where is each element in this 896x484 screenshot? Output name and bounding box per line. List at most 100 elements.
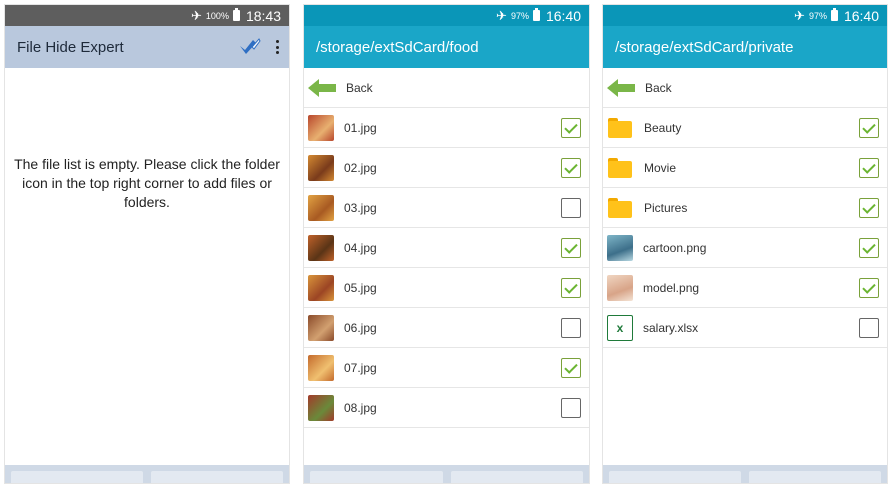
- image-thumbnail-icon: [308, 354, 334, 381]
- list-item[interactable]: 05.jpg: [304, 268, 589, 308]
- battery-icon: [830, 8, 838, 21]
- file-name: 06.jpg: [344, 320, 377, 335]
- list-item[interactable]: 04.jpg: [304, 228, 589, 268]
- file-list: Back Beauty Movie Pictures cartoon.png model…: [603, 68, 887, 348]
- screen-food-folder: ✈ 97% 16:40 /storage/extSdCard/food Back…: [303, 4, 590, 484]
- clock: 16:40: [843, 7, 879, 24]
- list-item[interactable]: model.png: [603, 268, 887, 308]
- bottom-bar: [5, 465, 289, 483]
- excel-file-icon: x: [607, 314, 633, 341]
- select-checkbox[interactable]: [859, 318, 879, 338]
- file-name: 01.jpg: [344, 120, 377, 135]
- list-item[interactable]: x salary.xlsx: [603, 308, 887, 348]
- battery-percent: 100%: [205, 10, 229, 21]
- back-arrow-icon: [308, 78, 336, 97]
- status-bar: ✈ 97% 16:40: [304, 5, 589, 26]
- bottom-button-left[interactable]: [609, 471, 741, 483]
- image-thumbnail-icon: [308, 274, 334, 301]
- file-name: Pictures: [644, 200, 688, 215]
- airplane-icon: ✈: [496, 7, 507, 23]
- select-checkbox[interactable]: [561, 238, 581, 258]
- image-thumbnail-icon: [308, 114, 334, 141]
- clock: 16:40: [545, 7, 581, 24]
- path-bar: /storage/extSdCard/private: [603, 26, 887, 68]
- file-name: 07.jpg: [344, 360, 377, 375]
- bottom-bar: [603, 465, 887, 483]
- back-label: Back: [645, 80, 672, 95]
- back-row[interactable]: Back: [603, 68, 887, 108]
- list-item[interactable]: cartoon.png: [603, 228, 887, 268]
- brush-icon[interactable]: [239, 38, 261, 56]
- file-name: salary.xlsx: [643, 320, 699, 335]
- image-thumbnail-icon: [607, 234, 633, 261]
- status-bar: ✈ 97% 16:40: [603, 5, 887, 26]
- back-row[interactable]: Back: [304, 68, 589, 108]
- path-bar: /storage/extSdCard/food: [304, 26, 589, 68]
- current-path: /storage/extSdCard/food: [316, 38, 479, 56]
- file-name: 04.jpg: [344, 240, 377, 255]
- select-checkbox[interactable]: [561, 358, 581, 378]
- more-vert-icon[interactable]: [275, 40, 279, 54]
- list-item[interactable]: 07.jpg: [304, 348, 589, 388]
- list-item[interactable]: Movie: [603, 148, 887, 188]
- back-arrow-icon: [607, 78, 635, 97]
- app-bar: File Hide Expert: [5, 26, 289, 68]
- bottom-button-left[interactable]: [310, 471, 443, 483]
- current-path: /storage/extSdCard/private: [615, 38, 794, 56]
- file-name: 08.jpg: [344, 400, 377, 415]
- image-thumbnail-icon: [607, 274, 633, 301]
- list-item[interactable]: 06.jpg: [304, 308, 589, 348]
- file-name: 03.jpg: [344, 200, 377, 215]
- select-checkbox[interactable]: [561, 318, 581, 338]
- select-checkbox[interactable]: [561, 158, 581, 178]
- image-thumbnail-icon: [308, 194, 334, 221]
- bottom-button-left[interactable]: [11, 471, 143, 483]
- image-thumbnail-icon: [308, 394, 334, 421]
- empty-list-message: The file list is empty. Please click the…: [14, 156, 280, 210]
- screen-file-hide-expert: ✈ 100% 18:43 File Hide Expert The file l…: [4, 4, 290, 484]
- file-name: Beauty: [644, 120, 682, 135]
- folder-icon: [608, 157, 632, 178]
- back-label: Back: [346, 80, 373, 95]
- airplane-icon: ✈: [191, 7, 202, 23]
- select-checkbox[interactable]: [859, 238, 879, 258]
- list-item[interactable]: Pictures: [603, 188, 887, 228]
- list-item[interactable]: 08.jpg: [304, 388, 589, 428]
- list-item[interactable]: Beauty: [603, 108, 887, 148]
- file-name: Movie: [644, 160, 677, 175]
- select-checkbox[interactable]: [859, 198, 879, 218]
- file-name: cartoon.png: [643, 240, 707, 255]
- select-checkbox[interactable]: [859, 278, 879, 298]
- bottom-bar: [304, 465, 589, 483]
- file-name: 05.jpg: [344, 280, 377, 295]
- select-checkbox[interactable]: [859, 158, 879, 178]
- list-item[interactable]: 01.jpg: [304, 108, 589, 148]
- bottom-button-right[interactable]: [749, 471, 881, 483]
- bottom-button-right[interactable]: [450, 471, 583, 483]
- image-thumbnail-icon: [308, 234, 334, 261]
- select-checkbox[interactable]: [561, 118, 581, 138]
- bottom-button-right[interactable]: [151, 471, 283, 483]
- file-name: model.png: [643, 280, 700, 295]
- select-checkbox[interactable]: [561, 198, 581, 218]
- folder-icon: [608, 117, 632, 138]
- select-checkbox[interactable]: [561, 398, 581, 418]
- battery-icon: [232, 8, 240, 21]
- folder-icon: [608, 197, 632, 218]
- battery-percent: 97%: [510, 10, 529, 21]
- file-list: Back 01.jpg 02.jpg 03.jpg 04.jpg 05.jpg 06.jp…: [304, 68, 589, 428]
- list-item[interactable]: 03.jpg: [304, 188, 589, 228]
- airplane-icon: ✈: [794, 7, 805, 23]
- battery-icon: [532, 8, 540, 21]
- select-checkbox[interactable]: [859, 118, 879, 138]
- image-thumbnail-icon: [308, 154, 334, 181]
- battery-percent: 97%: [808, 10, 827, 21]
- file-name: 02.jpg: [344, 160, 377, 175]
- clock: 18:43: [245, 7, 281, 24]
- image-thumbnail-icon: [308, 314, 334, 341]
- select-checkbox[interactable]: [561, 278, 581, 298]
- status-bar: ✈ 100% 18:43: [5, 5, 289, 26]
- app-title: File Hide Expert: [17, 38, 124, 56]
- screen-private-folder: ✈ 97% 16:40 /storage/extSdCard/private B…: [602, 4, 888, 484]
- list-item[interactable]: 02.jpg: [304, 148, 589, 188]
